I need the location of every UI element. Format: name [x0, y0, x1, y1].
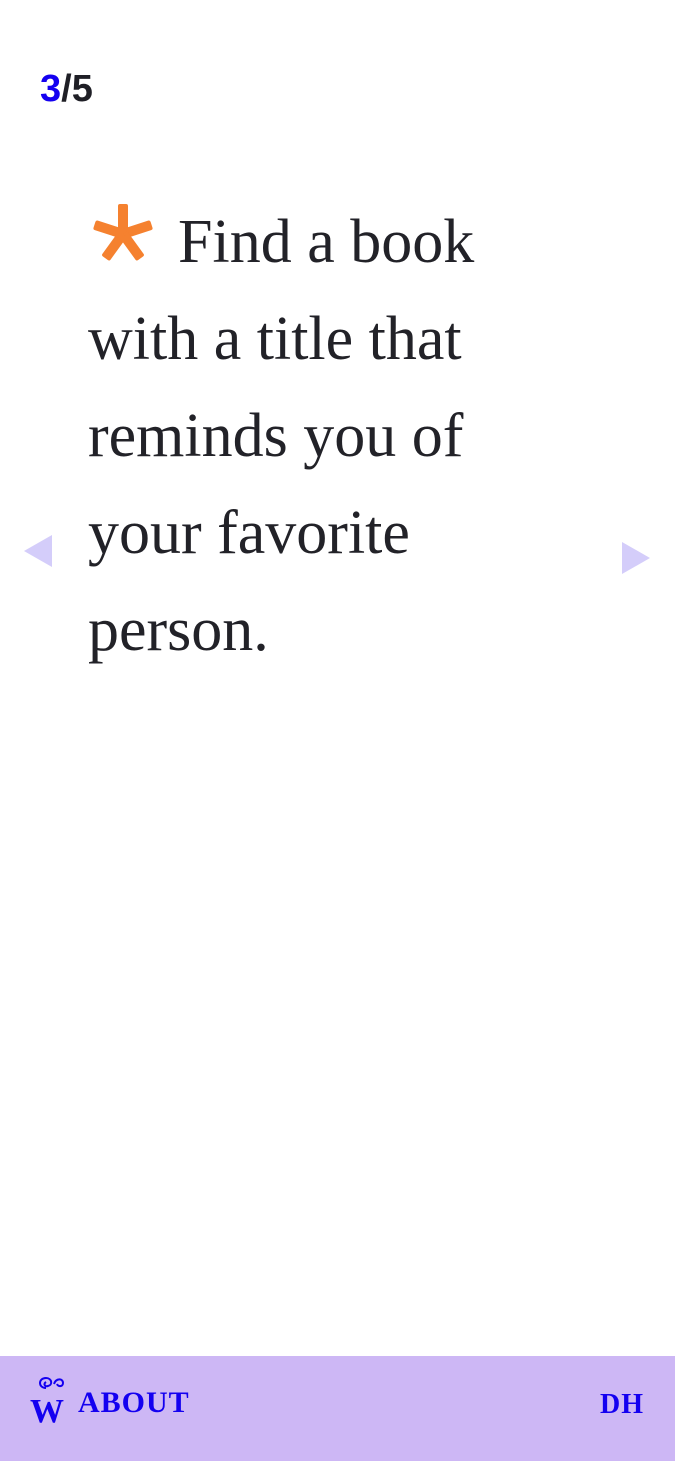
page-counter: 3/5 [40, 66, 93, 112]
triangle-right-icon [622, 542, 650, 574]
svg-text:W: W [30, 1393, 64, 1426]
total-pages: /5 [61, 68, 93, 110]
current-page-number: 3 [40, 68, 62, 110]
dh-link[interactable]: DH [600, 1389, 644, 1421]
triangle-left-icon [24, 535, 52, 567]
next-prompt-button[interactable] [621, 540, 651, 576]
asterisk-icon [93, 204, 153, 261]
w-monogram-logo[interactable]: W [26, 1374, 68, 1426]
prompt-card: Find a book with a title that reminds yo… [88, 194, 558, 679]
prompt-text: Find a book with a title that reminds yo… [88, 208, 475, 664]
footer-bar: W ABOUT DH [0, 1356, 675, 1461]
previous-prompt-button[interactable] [23, 533, 53, 569]
about-link[interactable]: ABOUT [78, 1386, 190, 1420]
